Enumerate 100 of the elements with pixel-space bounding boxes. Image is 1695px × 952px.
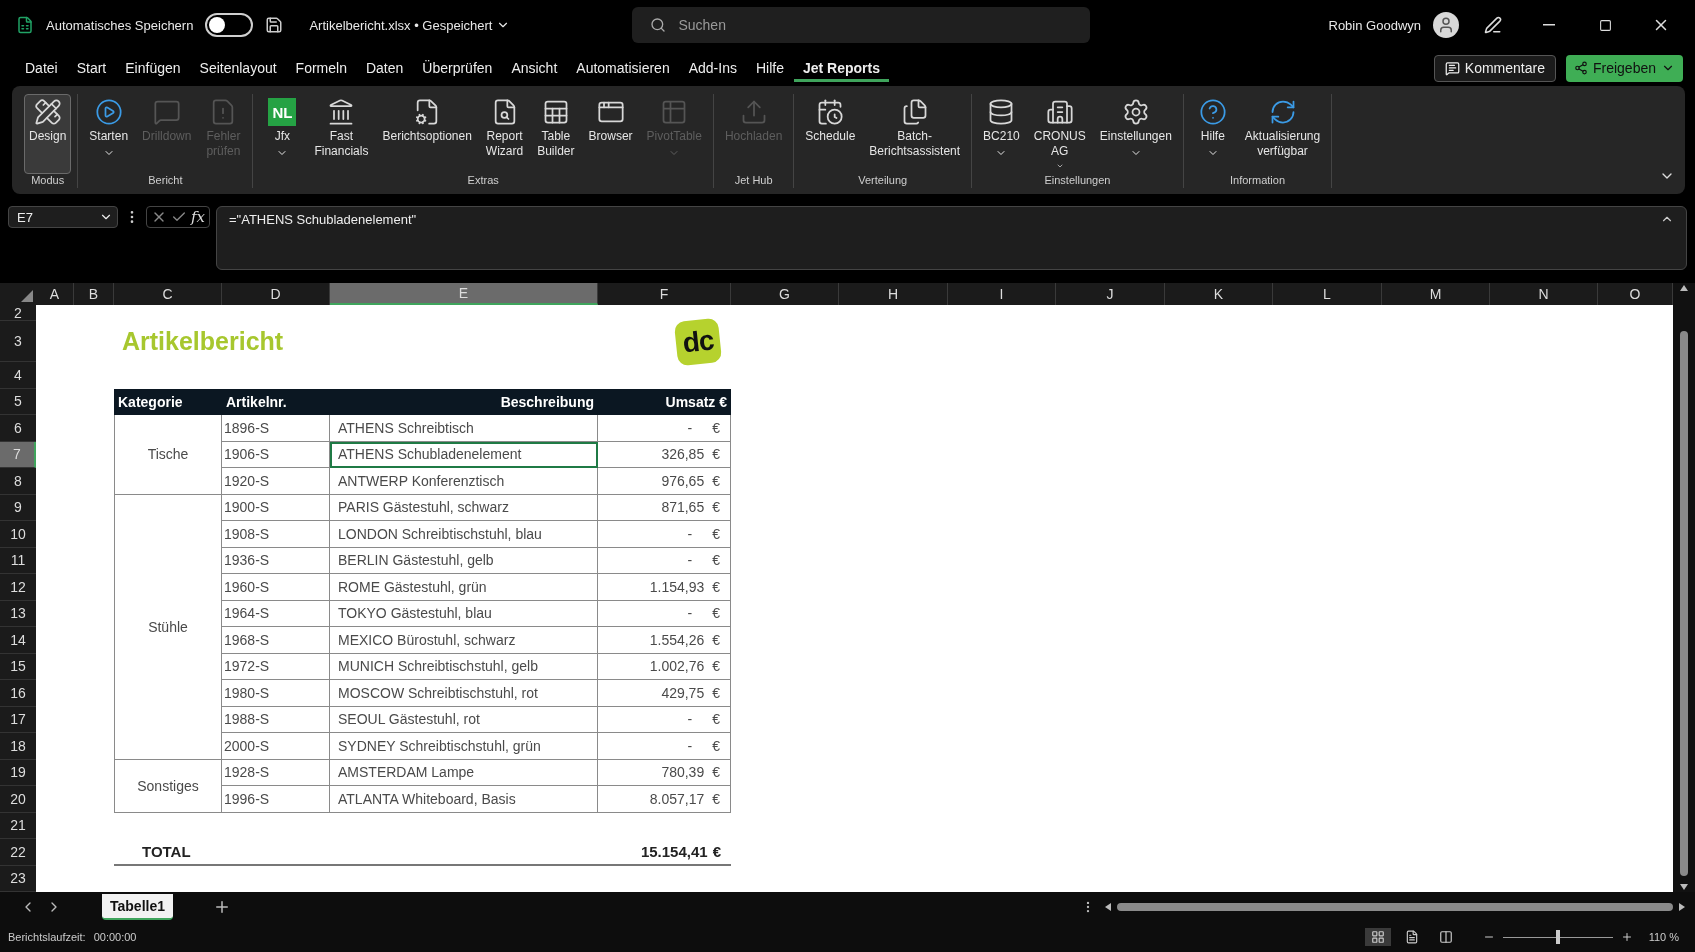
row-header[interactable]: 7 (0, 441, 36, 468)
table-cell: ROME Gästestuhl, grün (330, 574, 598, 601)
column-header[interactable]: M (1382, 283, 1490, 305)
row-header[interactable]: 12 (0, 574, 36, 601)
row-header[interactable]: 19 (0, 759, 36, 786)
save-icon[interactable] (265, 16, 284, 34)
ribbon-button[interactable]: Einstellungen (1094, 94, 1177, 174)
menu-tab[interactable]: Einfügen (116, 54, 190, 82)
play-icon (94, 98, 123, 126)
column-header[interactable]: A (36, 283, 74, 305)
function-label[interactable]: fx (191, 208, 205, 226)
column-header[interactable]: F (598, 283, 731, 305)
column-header[interactable]: D (222, 283, 330, 305)
menu-tab[interactable]: Add-Ins (679, 54, 746, 82)
row-header[interactable]: 2 (0, 305, 36, 321)
row-header[interactable]: 9 (0, 494, 36, 521)
column-header[interactable]: I (948, 283, 1056, 305)
ribbon-button[interactable]: Aktualisierung verfügbar (1239, 94, 1326, 174)
column-heading: Kategorie (114, 388, 222, 415)
select-all-triangle-icon[interactable] (21, 290, 33, 302)
ribbon-button[interactable]: Browser (583, 94, 638, 174)
row-header[interactable]: 11 (0, 547, 36, 574)
table-cell: AMSTERDAM Lampe (330, 759, 598, 786)
column-header[interactable]: N (1490, 283, 1598, 305)
add-sheet-icon[interactable] (213, 898, 231, 916)
row-header[interactable]: 3 (0, 321, 36, 362)
autosave-toggle[interactable] (205, 13, 254, 37)
menu-tab[interactable]: Daten (356, 54, 413, 82)
column-header[interactable]: B (74, 283, 114, 305)
ribbon-button[interactable]: Schedule (800, 94, 861, 174)
sheet-tab[interactable]: Tabelle1 (102, 894, 173, 920)
column-header[interactable]: E (330, 283, 598, 305)
zoom-thumb[interactable] (1555, 930, 1560, 944)
row-header[interactable]: 5 (0, 388, 36, 415)
table-cell: ATLANTA Whiteboard, Basis (330, 786, 598, 813)
ribbon-button[interactable]: Table Builder (532, 94, 580, 174)
table-cell: 1936-S (222, 547, 330, 574)
ribbon-button[interactable]: Hilfe (1189, 94, 1236, 174)
row-header[interactable]: 23 (0, 865, 36, 892)
column-header[interactable]: K (1165, 283, 1273, 305)
column-heading: Beschreibung (330, 388, 598, 415)
column-header[interactable]: L (1273, 283, 1382, 305)
ribbon-button[interactable]: Batch- Berichtsassistent (864, 94, 966, 174)
column-header[interactable]: G (731, 283, 839, 305)
view-button[interactable] (1364, 928, 1391, 946)
ribbon-button[interactable]: Fast Financials (309, 94, 374, 174)
ribbon-button[interactable]: Starten (84, 94, 134, 174)
ribbon-button[interactable]: BC210 (978, 94, 1025, 174)
row-header[interactable]: 21 (0, 812, 36, 839)
ribbon-button[interactable]: Berichtsoptionen (377, 94, 477, 174)
name-box[interactable]: E7 (8, 206, 118, 228)
zoom-in-icon[interactable] (1620, 931, 1633, 943)
row-header[interactable]: 17 (0, 706, 36, 733)
row-header[interactable]: 10 (0, 521, 36, 548)
share-icon (1573, 61, 1588, 75)
menu-tab[interactable]: Ansicht (502, 54, 567, 82)
avatar[interactable] (1433, 12, 1459, 38)
spreadsheet-app-icon (16, 16, 34, 34)
menu-tab[interactable]: Hilfe (746, 54, 793, 82)
arrow-right-icon[interactable] (1679, 903, 1685, 911)
table-cell: 1988-S (222, 706, 330, 733)
row-header[interactable]: 13 (0, 600, 36, 627)
ribbon-button[interactable]: Design (24, 94, 72, 174)
horizontal-scrollbar[interactable] (1105, 900, 1685, 914)
menu-tab[interactable]: Automatisieren (567, 54, 679, 82)
row-header[interactable]: 14 (0, 627, 36, 654)
row-header[interactable]: 22 (0, 839, 36, 866)
menu-tab[interactable]: Start (67, 54, 116, 82)
menu-tab[interactable]: Formeln (286, 54, 356, 82)
ribbon-button[interactable]: Report Wizard (480, 94, 529, 174)
row-header[interactable]: 4 (0, 362, 36, 389)
row-header[interactable]: 16 (0, 680, 36, 707)
column-header[interactable]: C (114, 283, 222, 305)
menu-tab[interactable]: Überprüfen (413, 54, 502, 82)
arrow-down-icon[interactable] (1680, 884, 1688, 890)
menu-tab[interactable]: Seitenlayout (190, 54, 286, 82)
row-header[interactable]: 15 (0, 653, 36, 680)
column-header[interactable]: J (1056, 283, 1165, 305)
arrow-left-icon[interactable] (1105, 903, 1111, 911)
formula-field[interactable]: ="ATHENS Schubladenelement" (216, 206, 1687, 270)
search-input[interactable]: Suchen (676, 16, 1073, 34)
vertical-scrollbar[interactable] (1673, 283, 1695, 892)
row-header[interactable]: 18 (0, 733, 36, 760)
share-button[interactable]: Freigeben (1565, 54, 1683, 82)
menu-tab[interactable]: Jet Reports (793, 54, 889, 82)
comments-button[interactable]: Kommentare (1433, 54, 1556, 82)
comment-icon (1444, 60, 1460, 76)
table-cell: 1980-S (222, 680, 330, 707)
ribbon-button[interactable]: NL Jfx (259, 94, 306, 174)
row-header[interactable]: 8 (0, 468, 36, 495)
column-header[interactable]: H (839, 283, 948, 305)
row-header[interactable]: 6 (0, 415, 36, 442)
column-header[interactable]: O (1598, 283, 1673, 305)
ribbon-button[interactable]: CRONUS AG (1028, 94, 1091, 174)
search-field[interactable]: Suchen (632, 7, 1091, 43)
row-header[interactable]: 20 (0, 786, 36, 813)
arrow-up-icon[interactable] (1680, 285, 1688, 291)
menu-tab[interactable]: Datei (16, 54, 67, 82)
user-name: Robin Goodwyn (1328, 17, 1421, 33)
file-name-button[interactable]: Artikelbericht.xlsx • Gespeichert (309, 17, 511, 33)
